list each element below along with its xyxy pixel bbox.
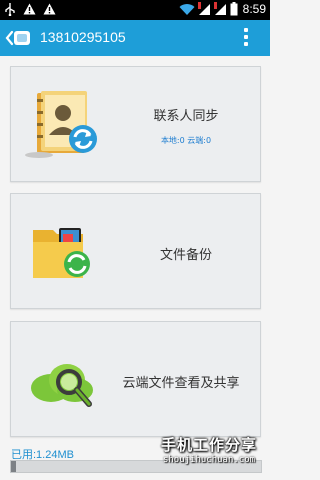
contacts-sync-icon xyxy=(25,91,97,158)
watermark-title: 手机工作分享 xyxy=(160,436,257,454)
sim1-signal-icon xyxy=(197,2,210,15)
watermark: 手机工作分享 shoujihuchuan.com xyxy=(150,434,268,472)
wifi-icon xyxy=(179,3,195,15)
sim2-signal-icon xyxy=(213,2,226,15)
app-bar: 13810295105 xyxy=(0,20,270,56)
watermark-url: shoujihuchuan.com xyxy=(162,455,256,465)
file-backup-icon xyxy=(33,228,90,278)
status-time: 8:59 xyxy=(242,2,266,16)
back-arrow-icon xyxy=(5,30,30,46)
warning-icon xyxy=(23,3,36,15)
back-button[interactable] xyxy=(4,27,34,49)
cloud-files-card[interactable]: 云端文件查看及共享 xyxy=(10,321,261,437)
usb-icon xyxy=(5,3,15,16)
card-title: 文件备份 xyxy=(159,248,212,263)
cloud-search-icon xyxy=(31,364,93,407)
card-title: 联系人同步 xyxy=(153,109,219,124)
card-title: 云端文件查看及共享 xyxy=(122,376,240,391)
storage-progress-fill xyxy=(11,461,16,472)
file-backup-card[interactable]: 文件备份 xyxy=(10,193,261,309)
overflow-menu-button[interactable] xyxy=(242,28,250,48)
status-bar: 8:59 xyxy=(0,0,270,20)
app-title: 13810295105 xyxy=(40,29,126,45)
warning-icon xyxy=(43,3,56,15)
battery-icon xyxy=(230,2,238,16)
overflow-menu-icon xyxy=(244,28,248,32)
contacts-count: 本地:0 云端:0 xyxy=(160,136,212,145)
contacts-sync-card[interactable]: 联系人同步 本地:0 云端:0 xyxy=(10,66,261,182)
